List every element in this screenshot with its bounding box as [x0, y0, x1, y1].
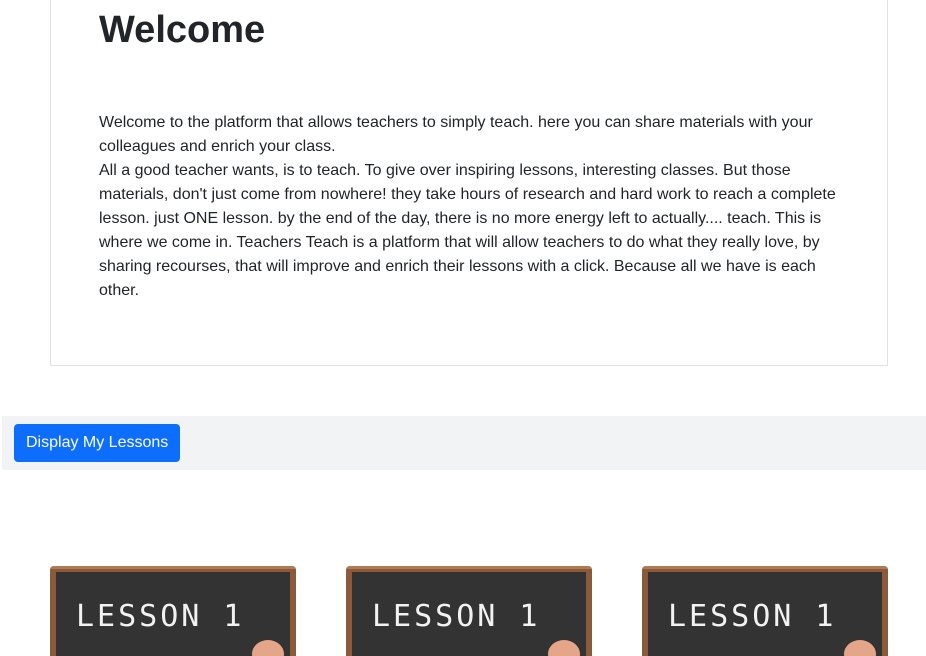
display-my-lessons-button[interactable]: Display My Lessons [14, 424, 181, 462]
welcome-paragraph-mission: All a good teacher wants, is to teach. T… [99, 162, 836, 299]
welcome-paragraph-intro: Welcome to the platform that allows teac… [99, 114, 813, 155]
lesson-image-text: LESSON 1 [76, 599, 245, 634]
welcome-body: Welcome to the platform that allows teac… [99, 111, 849, 303]
lesson-card[interactable]: LESSON 1 [50, 566, 296, 656]
welcome-title: Welcome [99, 9, 266, 51]
lesson-image-text: LESSON 1 [372, 599, 541, 634]
welcome-card: Welcome Welcome to the platform that all… [50, 0, 888, 366]
lesson-chalkboard-image: LESSON 1 [346, 566, 592, 656]
lesson-chalkboard-image: LESSON 1 [642, 566, 888, 656]
lessons-toolbar: Display My Lessons [2, 416, 926, 470]
lesson-image-text: LESSON 1 [668, 599, 837, 634]
lesson-card[interactable]: LESSON 1 [346, 566, 592, 656]
lesson-card[interactable]: LESSON 1 [642, 566, 888, 656]
lesson-chalkboard-image: LESSON 1 [50, 566, 296, 656]
